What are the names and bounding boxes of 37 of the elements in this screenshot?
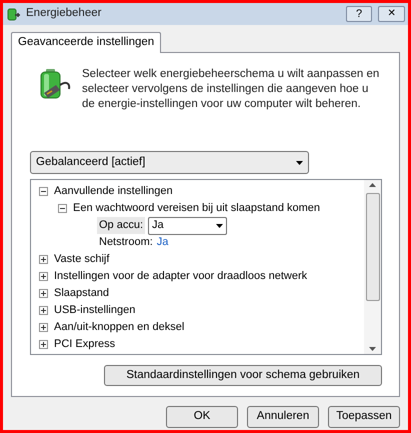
tree-item[interactable]: Instellingen voor de adapter voor draadloos netwerk xyxy=(54,268,308,285)
collapse-icon[interactable] xyxy=(39,187,48,196)
expand-icon[interactable] xyxy=(39,340,48,349)
tree-item[interactable]: Aanvullende instellingen xyxy=(54,183,173,200)
caret-icon xyxy=(216,224,224,228)
dialog-button[interactable]: Annuleren xyxy=(247,406,319,428)
setting-label: Netstroom: xyxy=(99,235,153,250)
scroll-down-icon[interactable] xyxy=(369,347,376,351)
expand-icon[interactable] xyxy=(39,306,48,315)
collapse-icon[interactable] xyxy=(58,204,67,213)
dialog-button[interactable]: Toepassen xyxy=(328,406,400,428)
setting-label: Op accu: xyxy=(97,217,146,234)
tab[interactable]: Geavanceerde instellingen xyxy=(11,32,162,53)
expand-icon[interactable] xyxy=(39,289,48,298)
scroll-up-icon[interactable] xyxy=(369,183,376,187)
scrollbar[interactable] xyxy=(364,180,381,354)
setting-dropdown[interactable]: Ja xyxy=(148,216,228,234)
expand-icon[interactable] xyxy=(39,255,48,264)
help-button[interactable]: ? xyxy=(346,6,372,22)
tree-item[interactable]: Aan/uit-knoppen en deksel xyxy=(54,319,184,336)
dialog-button[interactable]: OK xyxy=(166,406,238,428)
caret-icon xyxy=(296,160,303,164)
window-title: Energiebeheer xyxy=(26,6,102,22)
expand-icon[interactable] xyxy=(39,272,48,281)
battery-plug-icon xyxy=(38,67,72,101)
expand-icon[interactable] xyxy=(39,323,48,332)
close-button[interactable]: ✕ xyxy=(378,6,405,22)
battery-plug-icon xyxy=(6,6,22,22)
tree-item[interactable]: Vaste schijf xyxy=(54,251,110,268)
tree-item[interactable]: Een wachtwoord vereisen bij uit slaapstand komen xyxy=(73,200,320,217)
plan-dropdown[interactable]: Gebalanceerd [actief] xyxy=(30,151,309,174)
tree-item[interactable]: USB-instellingen xyxy=(54,302,136,319)
setting-value-link[interactable]: Ja xyxy=(156,234,168,251)
tree-item[interactable]: Slaapstand xyxy=(54,285,110,302)
tree-item[interactable]: PCI Express xyxy=(54,336,116,353)
restore-defaults-button[interactable]: Standaardinstellingen voor schema gebruiken xyxy=(104,365,382,386)
description-text: Selecteer welk energiebeheerschema u wilt aanpassen en selecteer vervolgens de instellingen die aangeven hoe u de energie-instellingen voor uw computer wilt beheren. xyxy=(82,67,380,112)
